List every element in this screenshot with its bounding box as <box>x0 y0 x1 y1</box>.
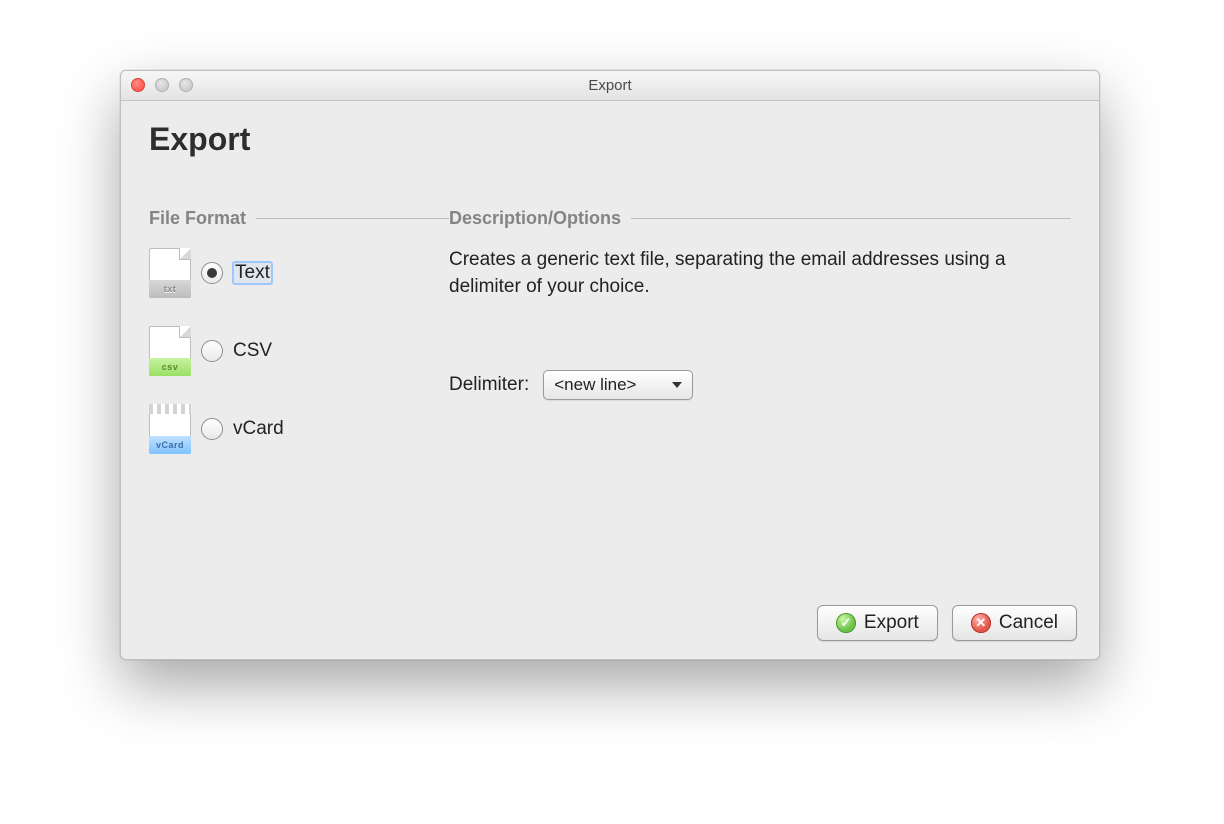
chevron-down-icon <box>672 382 682 388</box>
cancel-button[interactable]: ✕ Cancel <box>952 605 1077 641</box>
format-option-text[interactable]: txt Text <box>149 247 449 299</box>
delimiter-dropdown[interactable]: <new line> <box>543 370 693 400</box>
format-radio-csv[interactable] <box>201 340 223 362</box>
format-radio-text[interactable] <box>201 262 223 284</box>
titlebar: Export <box>121 71 1099 101</box>
window-controls <box>131 78 193 92</box>
minimize-window-button[interactable] <box>155 78 169 92</box>
format-radio-vcard[interactable] <box>201 418 223 440</box>
description-heading: Description/Options <box>449 208 621 229</box>
format-label-text: Text <box>233 262 272 284</box>
page-title: Export <box>149 121 1071 158</box>
export-button-label: Export <box>864 612 919 634</box>
dialog-content: Export File Format txt Text <box>121 101 1099 501</box>
format-label-vcard: vCard <box>233 418 284 440</box>
divider <box>631 218 1071 219</box>
vcard-file-icon: vCard <box>149 404 191 454</box>
close-window-button[interactable] <box>131 78 145 92</box>
cancel-button-label: Cancel <box>999 612 1058 634</box>
dialog-footer: ✓ Export ✕ Cancel <box>817 605 1077 641</box>
format-description: Creates a generic text file, separating … <box>449 247 1009 300</box>
export-button[interactable]: ✓ Export <box>817 605 938 641</box>
export-dialog: Export Export File Format txt Text <box>120 70 1100 660</box>
description-section: Description/Options Creates a generic te… <box>449 208 1071 481</box>
file-format-heading: File Format <box>149 208 246 229</box>
delimiter-value: <new line> <box>554 375 636 395</box>
delimiter-label: Delimiter: <box>449 374 529 396</box>
txt-file-icon: txt <box>149 248 191 298</box>
file-format-section: File Format txt Text csv <box>149 208 449 481</box>
format-label-csv: CSV <box>233 340 272 362</box>
check-icon: ✓ <box>836 613 856 633</box>
format-option-csv[interactable]: csv CSV <box>149 325 449 377</box>
csv-file-icon: csv <box>149 326 191 376</box>
zoom-window-button[interactable] <box>179 78 193 92</box>
close-icon: ✕ <box>971 613 991 633</box>
delimiter-row: Delimiter: <new line> <box>449 370 1071 400</box>
divider <box>256 218 449 219</box>
format-option-vcard[interactable]: vCard vCard <box>149 403 449 455</box>
window-title: Export <box>588 77 631 94</box>
